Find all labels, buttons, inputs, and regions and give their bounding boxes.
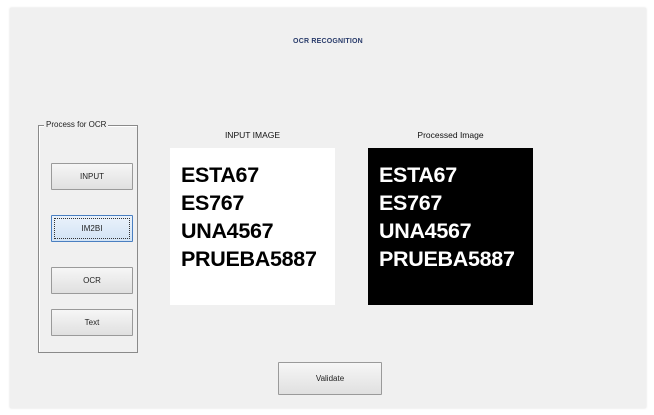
- processed-image-line: UNA4567: [379, 219, 472, 243]
- process-panel-legend: Process for OCR: [44, 120, 109, 129]
- input-image-line: UNA4567: [181, 219, 274, 243]
- input-image-line: ESTA67: [181, 163, 259, 187]
- process-panel: Process for OCR INPUT IM2BI OCR Text: [38, 120, 138, 353]
- text-button[interactable]: Text: [51, 309, 133, 336]
- focus-ring: [54, 218, 130, 239]
- input-image: ESTA67 ES767 UNA4567 PRUEBA5887: [170, 148, 335, 305]
- window-title: OCR RECOGNITION: [293, 38, 363, 45]
- input-image-line: PRUEBA5887: [181, 247, 317, 271]
- validate-button[interactable]: Validate: [278, 362, 382, 395]
- processed-image-line: ES767: [379, 191, 443, 215]
- input-button[interactable]: INPUT: [51, 163, 133, 190]
- app-window: OCR RECOGNITION Process for OCR INPUT IM…: [10, 8, 646, 408]
- input-image-line: ES767: [181, 191, 245, 215]
- im2bi-button[interactable]: IM2BI: [51, 215, 133, 242]
- input-image-caption: INPUT IMAGE: [224, 130, 281, 140]
- processed-image-caption: Processed Image: [417, 130, 484, 140]
- ocr-button[interactable]: OCR: [51, 267, 133, 294]
- processed-image-line: PRUEBA5887: [379, 247, 515, 271]
- processed-image: ESTA67 ES767 UNA4567 PRUEBA5887: [368, 148, 533, 305]
- processed-image-line: ESTA67: [379, 163, 457, 187]
